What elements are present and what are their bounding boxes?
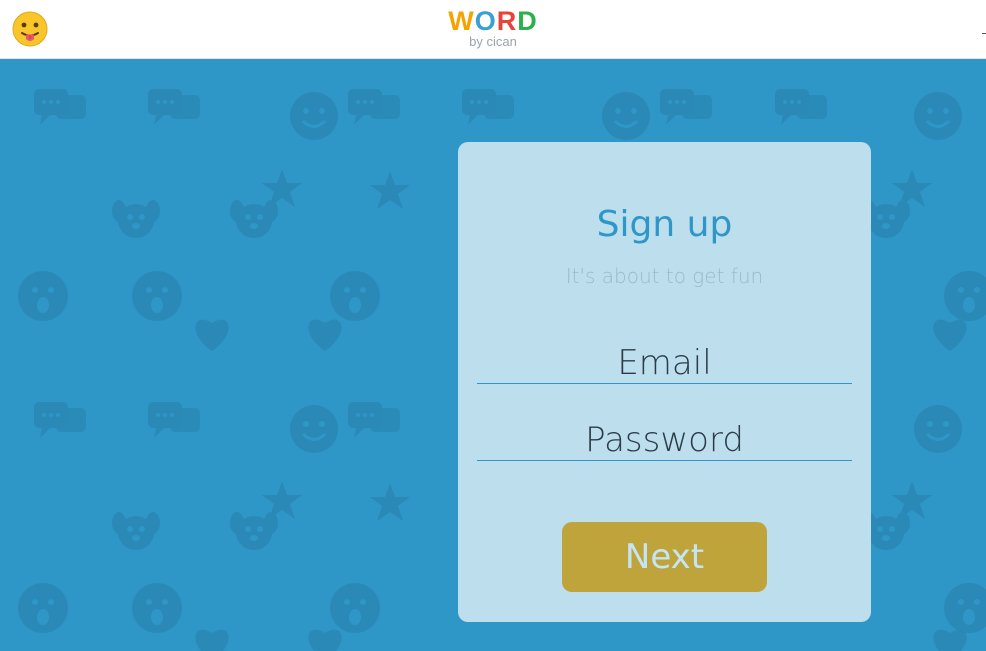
heart-icon	[195, 629, 229, 651]
speech-bubbles-icon	[348, 89, 400, 125]
star-icon	[370, 171, 410, 209]
heart-icon	[308, 629, 342, 651]
logo-letter: W	[448, 6, 475, 36]
smiley-icon	[912, 403, 964, 455]
smiley-icon	[600, 90, 652, 142]
surprised-face-icon	[18, 583, 68, 633]
password-field[interactable]	[477, 420, 852, 461]
signup-title: Sign up	[596, 204, 733, 245]
puppy-icon	[112, 512, 160, 550]
smiley-icon	[288, 403, 340, 455]
star-icon	[892, 481, 932, 519]
puppy-icon	[112, 200, 160, 238]
signup-card: Sign up It's about to get fun Next	[458, 142, 871, 622]
speech-bubbles-icon	[148, 89, 200, 125]
speech-bubbles-icon	[148, 402, 200, 438]
logo-word: WORD	[0, 6, 986, 36]
surprised-face-icon	[132, 583, 182, 633]
email-field[interactable]	[477, 343, 852, 384]
signup-subtitle: It's about to get fun	[565, 264, 764, 288]
surprised-face-icon	[18, 271, 68, 321]
star-icon	[892, 169, 932, 207]
surprised-face-icon	[944, 271, 986, 321]
heart-icon	[933, 629, 967, 651]
window-edge-mark	[982, 33, 986, 34]
heart-icon	[195, 319, 229, 351]
smiley-icon	[288, 90, 340, 142]
surprised-face-icon	[330, 583, 380, 633]
logo-letter: O	[474, 6, 497, 36]
next-button[interactable]: Next	[562, 522, 767, 592]
smiley-icon	[912, 90, 964, 142]
heart-icon	[933, 319, 967, 351]
surprised-face-icon	[132, 271, 182, 321]
logo-letter: R	[496, 6, 518, 36]
surprised-face-icon	[944, 583, 986, 633]
speech-bubbles-icon	[34, 402, 86, 438]
speech-bubbles-icon	[775, 89, 827, 125]
logo-subtitle: by cican	[469, 34, 517, 49]
heart-icon	[308, 319, 342, 351]
speech-bubbles-icon	[660, 89, 712, 125]
surprised-face-icon	[330, 271, 380, 321]
app-logo[interactable]: WORD by cican	[0, 6, 986, 48]
speech-bubbles-icon	[34, 89, 86, 125]
star-icon	[370, 483, 410, 521]
top-bar: WORD by cican	[0, 0, 986, 59]
speech-bubbles-icon	[348, 402, 400, 438]
speech-bubbles-icon	[462, 89, 514, 125]
logo-letter: D	[517, 6, 538, 36]
